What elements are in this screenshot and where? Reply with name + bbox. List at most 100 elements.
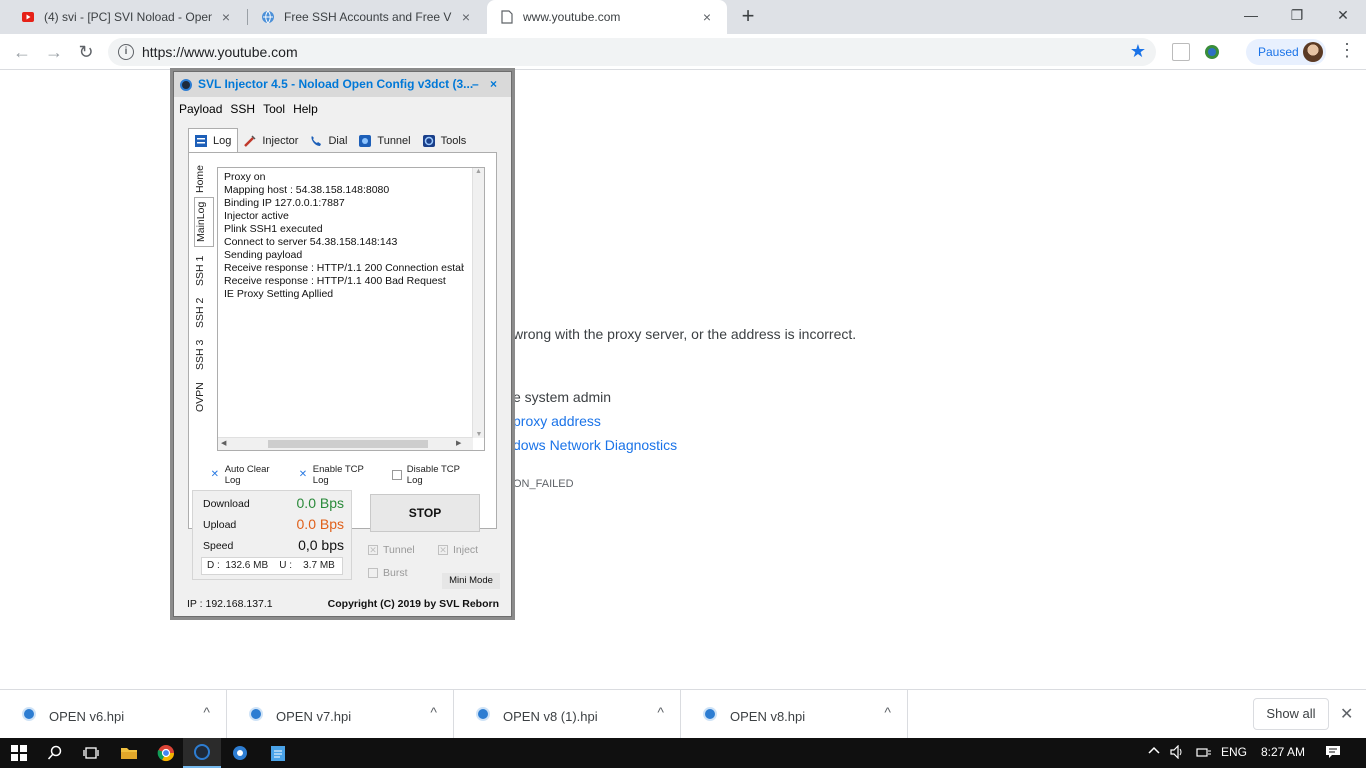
vtab-ssh3[interactable]: SSH 3 xyxy=(194,335,214,375)
svl-title-bar[interactable]: SVL Injector 4.5 - Noload Open Config v3… xyxy=(174,72,511,97)
vtab-ssh2[interactable]: SSH 2 xyxy=(194,293,214,333)
speed-value: 0,0 bps xyxy=(298,537,344,553)
svl-title-text: SVL Injector 4.5 - Noload Open Config v3… xyxy=(198,77,474,91)
svl-status-bar: IP : 192.168.137.1 Copyright (C) 2019 by… xyxy=(174,592,511,616)
log-line: Binding IP 127.0.0.1:7887 xyxy=(224,197,345,209)
tab-youtube-active[interactable]: www.youtube.com × xyxy=(487,0,727,34)
enable-tcp-log-checkbox[interactable]: ✕ Enable TCP Log xyxy=(298,464,380,486)
traffic-stats-panel: Download 0.0 Bps Upload 0.0 Bps Speed 0,… xyxy=(192,490,352,580)
language-indicator[interactable]: ENG xyxy=(1221,745,1247,759)
chevron-up-icon[interactable]: ^ xyxy=(657,704,664,720)
stop-button[interactable]: STOP xyxy=(370,494,480,532)
document-icon xyxy=(499,9,515,25)
disable-tcp-log-checkbox[interactable]: Disable TCP Log xyxy=(392,464,476,486)
task-view-icon[interactable] xyxy=(72,738,110,768)
chrome-icon[interactable] xyxy=(147,738,185,768)
site-info-icon[interactable]: i xyxy=(118,44,134,60)
log-icon xyxy=(193,133,209,149)
chevron-up-tray-icon[interactable] xyxy=(1148,745,1160,760)
vtab-ssh1[interactable]: SSH 1 xyxy=(194,251,214,291)
tab-free-ssh[interactable]: Free SSH Accounts and Free VPN Accounts … xyxy=(248,0,486,34)
ip-address: IP : 192.168.137.1 xyxy=(187,598,273,610)
tab-tools[interactable]: Tools xyxy=(417,130,473,152)
svl-injector-taskbar-icon[interactable] xyxy=(183,738,221,768)
tab-close-icon[interactable]: × xyxy=(699,9,715,25)
bookmark-star-icon[interactable]: ★ xyxy=(1130,41,1146,62)
download-item[interactable]: OPEN v6.hpi ^ xyxy=(0,690,227,739)
tab-tunnel[interactable]: Tunnel xyxy=(353,130,416,152)
speed-label: Speed xyxy=(203,540,234,552)
tunnel-checkbox[interactable]: ✕ Tunnel xyxy=(368,544,415,556)
minimize-button[interactable]: — xyxy=(1228,0,1274,30)
scroll-down-icon[interactable]: ▼ xyxy=(473,431,484,438)
tunnel-label: Tunnel xyxy=(383,544,415,556)
svl-minimize-button[interactable]: – xyxy=(472,72,479,97)
log-textbox[interactable]: Proxy on Mapping host : 54.38.158.148:80… xyxy=(217,167,485,451)
url-text[interactable]: https://www.youtube.com xyxy=(142,44,298,60)
extension-icon[interactable] xyxy=(1172,43,1190,61)
menu-payload[interactable]: Payload xyxy=(179,102,222,116)
address-bar[interactable]: i https://www.youtube.com ★ xyxy=(108,38,1156,66)
search-icon[interactable] xyxy=(36,738,74,768)
app-taskbar-icon[interactable] xyxy=(221,738,259,768)
checked-icon: ✕ xyxy=(438,545,448,555)
check-proxy-link[interactable]: proxy address xyxy=(513,413,601,429)
forward-arrow-icon[interactable]: → xyxy=(42,40,66,64)
notepad-icon[interactable] xyxy=(259,738,297,768)
inject-checkbox[interactable]: ✕ Inject xyxy=(438,544,478,556)
upload-value: 0.0 Bps xyxy=(296,516,344,532)
back-arrow-icon[interactable]: ← xyxy=(10,40,34,64)
tab-injector[interactable]: Injector xyxy=(238,130,304,152)
burst-checkbox[interactable]: Burst xyxy=(368,567,408,579)
tab-close-icon[interactable]: × xyxy=(458,9,474,25)
tab-log[interactable]: Log xyxy=(188,128,239,152)
vtab-mainlog[interactable]: MainLog xyxy=(194,197,214,247)
globe-extension-icon[interactable] xyxy=(1203,43,1221,61)
mini-mode-button[interactable]: Mini Mode xyxy=(442,573,500,589)
menu-help[interactable]: Help xyxy=(293,102,318,116)
chevron-up-icon[interactable]: ^ xyxy=(430,704,437,720)
restore-button[interactable]: ❐ xyxy=(1274,0,1320,30)
tab-close-icon[interactable]: × xyxy=(218,9,234,25)
scroll-thumb[interactable] xyxy=(268,440,428,448)
tunnel-icon xyxy=(357,133,373,149)
tab-dial[interactable]: Dial xyxy=(304,130,353,152)
network-icon[interactable] xyxy=(1196,745,1212,762)
vtab-ovpn[interactable]: OVPN xyxy=(194,377,214,417)
download-item[interactable]: OPEN v7.hpi ^ xyxy=(227,690,454,739)
network-diagnostics-link[interactable]: dows Network Diagnostics xyxy=(513,437,677,453)
auto-clear-log-checkbox[interactable]: ✕ Auto Clear Log xyxy=(210,464,286,486)
upload-label: Upload xyxy=(203,519,237,531)
file-icon xyxy=(22,707,36,721)
chevron-up-icon[interactable]: ^ xyxy=(884,704,891,720)
reload-icon[interactable]: ↻ xyxy=(74,40,98,64)
menu-tool[interactable]: Tool xyxy=(263,102,285,116)
file-explorer-icon[interactable] xyxy=(110,738,148,768)
svl-menu-bar: Payload SSH Tool Help xyxy=(174,97,511,121)
log-line: Connect to server 54.38.158.148:143 xyxy=(224,236,398,248)
download-item[interactable]: OPEN v8 (1).hpi ^ xyxy=(454,690,681,739)
svl-close-button[interactable]: × xyxy=(490,72,497,97)
close-icon[interactable]: ✕ xyxy=(1340,704,1353,724)
profile-paused-button[interactable]: Paused xyxy=(1246,39,1326,65)
window-close-button[interactable]: ✕ xyxy=(1320,0,1366,30)
vtab-home[interactable]: Home xyxy=(194,161,214,197)
menu-dots-icon[interactable]: ⋮ xyxy=(1338,40,1356,61)
windows-start-icon[interactable] xyxy=(0,738,38,768)
tab-svi[interactable]: (4) svi - [PC] SVI Noload - Open Config … xyxy=(8,0,246,34)
notifications-icon[interactable] xyxy=(1325,745,1341,762)
scroll-right-icon[interactable]: ▶ xyxy=(456,439,461,447)
download-label: Download xyxy=(203,498,250,510)
log-line: Receive response : HTTP/1.1 400 Bad Requ… xyxy=(224,275,446,287)
scroll-left-icon[interactable]: ◀ xyxy=(221,439,226,447)
speaker-icon[interactable] xyxy=(1170,744,1186,762)
scroll-up-icon[interactable]: ▲ xyxy=(473,168,484,175)
clock[interactable]: 8:27 AM xyxy=(1261,745,1305,759)
chevron-up-icon[interactable]: ^ xyxy=(203,704,210,720)
log-horizontal-scrollbar[interactable]: ◀ ▶ xyxy=(218,437,473,450)
download-item[interactable]: OPEN v8.hpi ^ xyxy=(681,690,908,739)
menu-ssh[interactable]: SSH xyxy=(230,102,255,116)
new-tab-button[interactable]: + xyxy=(736,4,760,28)
log-vertical-scrollbar[interactable]: ▲ ▼ xyxy=(472,168,484,438)
show-all-button[interactable]: Show all xyxy=(1253,698,1329,730)
